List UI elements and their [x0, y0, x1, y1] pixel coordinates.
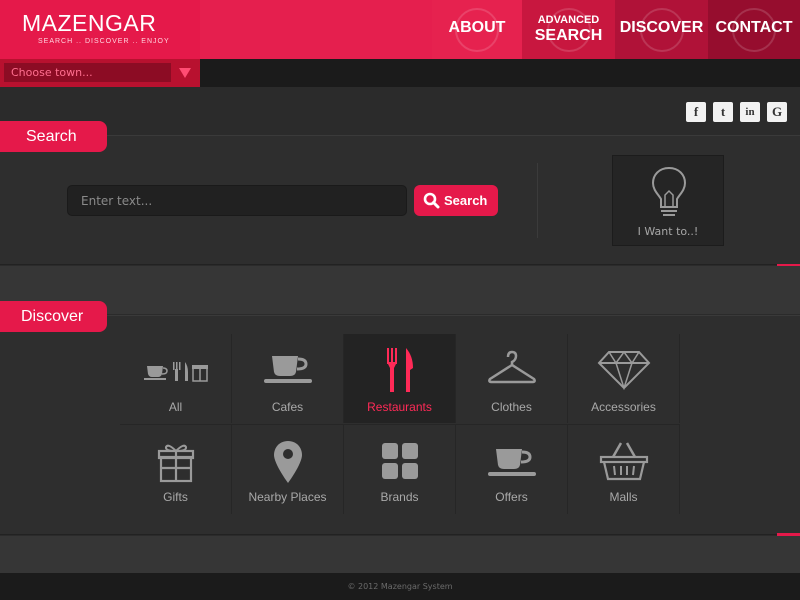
category-label: All [168, 400, 183, 414]
category-gifts[interactable]: Gifts [120, 425, 232, 514]
coffee-cup-icon [487, 449, 536, 476]
category-label: Offers [495, 490, 528, 504]
logo-title: MAZENGAR [22, 10, 157, 36]
diamond-icon [597, 350, 650, 390]
category-all[interactable]: All [120, 334, 232, 423]
hanger-icon [487, 350, 536, 384]
category-label: Malls [609, 490, 638, 504]
fork-knife-icon [386, 348, 413, 392]
search-section-title: Search [0, 121, 107, 152]
nav-discover[interactable]: DISCOVER [615, 0, 708, 59]
town-bar: Choose town... [0, 59, 800, 87]
nav-discover-label: DISCOVER [619, 19, 704, 36]
category-label: Brands [380, 490, 419, 504]
i-want-to-label: I Want to..! [637, 225, 699, 238]
category-brands[interactable]: Brands [344, 425, 456, 514]
town-select-value: Choose town... [4, 63, 171, 82]
category-label: Accessories [591, 400, 656, 414]
lightbulb-icon [651, 166, 687, 216]
category-offers[interactable]: Offers [456, 425, 568, 514]
nav-advanced-label-line1: ADVANCED [537, 14, 600, 26]
header-banner [200, 0, 432, 59]
map-pin-icon [273, 441, 302, 483]
category-label: Gifts [163, 490, 188, 504]
coffee-cup-icon [263, 356, 312, 383]
search-input[interactable] [67, 185, 407, 216]
search-icon [423, 192, 440, 209]
linkedin-icon[interactable]: in [740, 102, 760, 122]
category-label: Nearby Places [248, 490, 327, 504]
town-select[interactable]: Choose town... [0, 59, 200, 87]
nav-about-label: ABOUT [448, 19, 506, 36]
category-label: Cafes [271, 400, 304, 414]
category-nearby-places[interactable]: Nearby Places [232, 425, 344, 514]
section-separator [0, 266, 800, 314]
header: MAZENGAR SEARCH .. DISCOVER .. ENJOY ABO… [0, 0, 800, 59]
nav-about[interactable]: ABOUT [432, 0, 522, 59]
category-restaurants[interactable]: Restaurants [344, 334, 456, 423]
discover-section-title: Discover [0, 301, 107, 332]
category-label: Restaurants [367, 400, 432, 414]
logo-tagline: SEARCH .. DISCOVER .. ENJOY [38, 38, 170, 45]
category-cafes[interactable]: Cafes [232, 334, 344, 423]
i-want-to-button[interactable]: I Want to..! [612, 155, 724, 246]
category-clothes[interactable]: Clothes [456, 334, 568, 423]
facebook-icon[interactable]: f [686, 102, 706, 122]
nav-advanced-search[interactable]: ADVANCED SEARCH [522, 0, 615, 59]
category-label: Clothes [491, 400, 532, 414]
dropdown-arrow-icon[interactable] [179, 68, 191, 78]
search-button-label: Search [444, 193, 488, 208]
gift-icon [157, 444, 194, 483]
all-categories-icon [143, 362, 208, 382]
bottom-band [0, 536, 800, 573]
category-accessories[interactable]: Accessories [568, 334, 680, 423]
twitter-icon[interactable]: t [713, 102, 733, 122]
category-malls[interactable]: Malls [568, 425, 680, 514]
logo[interactable]: MAZENGAR SEARCH .. DISCOVER .. ENJOY [0, 0, 200, 59]
nav-contact[interactable]: CONTACT [708, 0, 800, 59]
footer-copyright: © 2012 Mazengar System [0, 573, 800, 600]
google-icon[interactable]: G [767, 102, 787, 122]
nav-contact-label: CONTACT [715, 19, 793, 36]
grid-squares-icon [381, 443, 418, 479]
nav-advanced-label-line2: SEARCH [534, 27, 603, 44]
search-divider [537, 163, 538, 238]
search-button[interactable]: Search [414, 185, 498, 216]
shopping-basket-icon [599, 442, 648, 481]
